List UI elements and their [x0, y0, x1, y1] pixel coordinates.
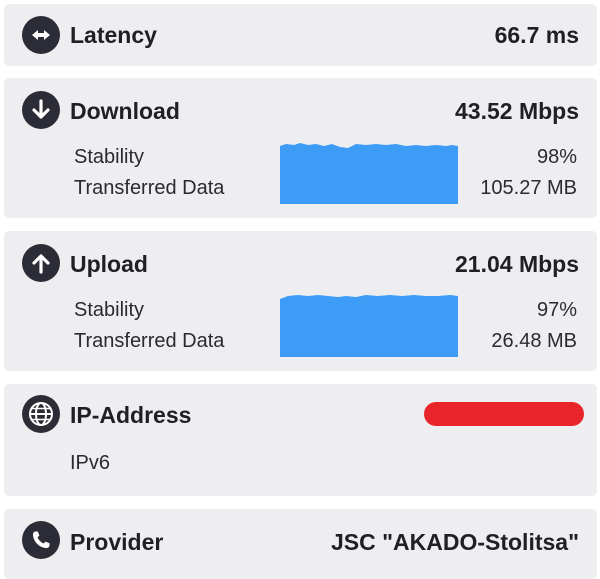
download-card: Download 43.52 Mbps Stability Transferre…: [4, 78, 597, 218]
upload-transferred-value: 26.48 MB: [491, 330, 577, 352]
download-transferred-value: 105.27 MB: [480, 177, 577, 199]
ip-version-label: IPv6: [70, 452, 111, 474]
provider-card: Provider JSC "AKADO-Stolitsa": [4, 509, 597, 579]
upload-title: Upload: [70, 251, 148, 277]
download-speed-graph: [280, 143, 458, 204]
download-stability-value: 98%: [536, 146, 577, 168]
arrow-down-circle-icon: [22, 91, 60, 129]
provider-title: Provider: [70, 529, 164, 555]
ip-address-redaction: [424, 402, 584, 426]
arrows-horizontal-icon: [22, 16, 60, 54]
provider-value: JSC "AKADO-Stolitsa": [330, 529, 579, 555]
arrow-up-circle-icon: [22, 244, 60, 282]
latency-title: Latency: [70, 22, 157, 48]
download-title: Download: [70, 98, 180, 124]
upload-value: 21.04 Mbps: [455, 251, 579, 277]
latency-value: 66.7 ms: [494, 22, 579, 48]
upload-transferred-label: Transferred Data: [74, 330, 225, 352]
download-transferred-label: Transferred Data: [74, 177, 225, 199]
download-value: 43.52 Mbps: [455, 98, 579, 124]
upload-speed-graph: [280, 295, 458, 357]
upload-card: Upload 21.04 Mbps Stability Transferred …: [4, 231, 597, 371]
latency-card: Latency 66.7 ms: [4, 4, 597, 66]
upload-stability-value: 97%: [536, 299, 577, 321]
phone-icon: [22, 521, 60, 559]
ip-address-card: IP-Address IPv6: [4, 384, 597, 496]
ip-address-title: IP-Address: [70, 402, 192, 428]
download-stability-label: Stability: [74, 146, 145, 168]
upload-stability-label: Stability: [74, 299, 145, 321]
globe-icon: [22, 395, 60, 433]
